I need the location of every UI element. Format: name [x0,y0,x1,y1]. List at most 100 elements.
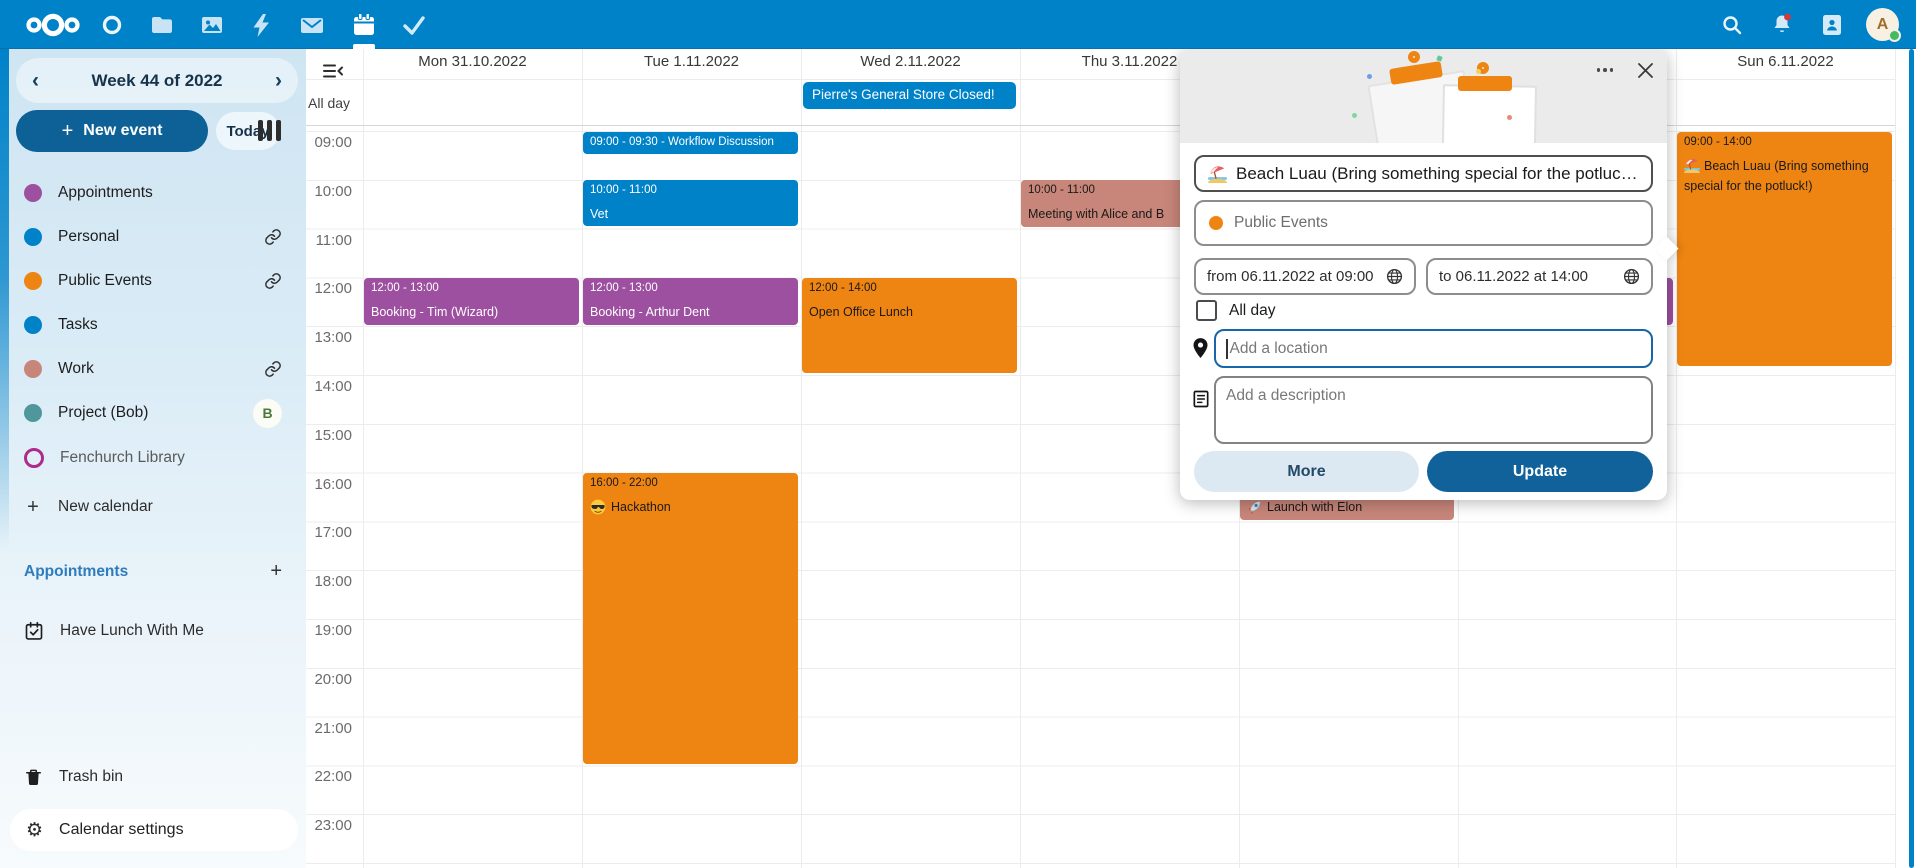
start-date-input[interactable]: from 06.11.2022 at 09:00 [1194,258,1416,295]
event-time: 12:00 - 14:00 [809,281,1010,296]
notifications-button[interactable] [1767,10,1797,40]
column-divider [1895,45,1896,868]
share-link-icon[interactable] [264,228,282,246]
event-editor-popup: Beach Luau (Bring something special for … [1180,49,1667,500]
location-input[interactable]: Add a location [1214,329,1653,368]
confetti-dot [1476,69,1481,74]
popup-close-button[interactable] [1632,57,1658,83]
event-text: 09:00 - 09:30 - Workflow Discussion [590,135,791,150]
vertical-scrollbar[interactable] [1909,49,1914,868]
event-open-office-lunch[interactable]: 12:00 - 14:00 Open Office Lunch [802,278,1017,373]
view-mode-toggle[interactable] [258,118,288,142]
clipboard-clip-ring [1407,50,1421,64]
hour-label: 14:00 [300,378,352,395]
close-icon [1637,62,1654,79]
event-beach-luau[interactable]: 09:00 - 14:00 Beach Luau (Bring somethin… [1677,132,1892,366]
files-app-button[interactable] [147,10,177,40]
all-day-label: All day [1229,302,1276,320]
beach-umbrella-emoji-icon [1208,164,1227,183]
column-divider [1020,45,1021,868]
tasks-app-button[interactable] [399,10,429,40]
sidebar-accent-stripe [0,49,9,549]
all-day-row-label: All day [308,95,362,111]
activity-app-button[interactable] [247,10,277,40]
contacts-menu-button[interactable] [1817,10,1847,40]
sidebar-item-personal[interactable]: Personal [8,215,298,259]
sidebar-item-public-events[interactable]: Public Events [8,259,298,303]
sidebar-item-fenchurch-library[interactable]: Fenchurch Library [8,436,298,480]
timezone-globe-icon[interactable] [1386,268,1403,285]
search-button[interactable] [1717,10,1747,40]
collapse-lines-icon [322,63,344,79]
photos-app-button[interactable] [197,10,227,40]
popup-more-actions-button[interactable] [1590,61,1620,79]
calendar-label: Tasks [58,316,282,334]
share-link-icon[interactable] [264,360,282,378]
event-title: Booking - Tim (Wizard) [371,304,572,320]
plus-icon: + [24,496,42,519]
collapse-allday-icon[interactable] [322,63,344,79]
event-time: 10:00 - 11:00 [590,183,791,198]
previous-week-button[interactable]: ‹ [32,58,39,103]
sidebar-item-appointments[interactable]: Appointments [8,171,298,215]
day-header-mon[interactable]: Mon 31.10.2022 [363,45,582,79]
timezone-globe-icon[interactable] [1623,268,1640,285]
event-booking-tim[interactable]: 12:00 - 13:00 Booking - Tim (Wizard) [364,278,579,325]
calendar-icon [351,12,377,38]
event-title: Open Office Lunch [809,304,1010,320]
photos-icon [199,12,225,38]
new-calendar-button[interactable]: + New calendar [8,487,298,527]
column-divider [363,45,364,868]
end-date-value: to 06.11.2022 at 14:00 [1439,268,1588,285]
new-event-label: New event [83,122,162,140]
end-date-input[interactable]: to 06.11.2022 at 14:00 [1426,258,1653,295]
share-link-icon[interactable] [264,272,282,290]
add-appointment-config-button[interactable]: + [270,560,282,583]
calendar-picker-value: Public Events [1234,214,1328,232]
description-input[interactable]: Add a description [1214,376,1653,444]
dashboard-app-button[interactable] [97,10,127,40]
more-button[interactable]: More [1194,451,1419,492]
search-icon [1720,13,1744,37]
new-event-button[interactable]: + New event [16,110,208,152]
mail-app-button[interactable] [297,10,327,40]
all-day-checkbox-row[interactable]: All day [1196,300,1276,321]
folder-icon [149,12,175,38]
event-title-input[interactable]: Beach Luau (Bring something special for … [1194,155,1653,192]
calendar-color-dot [1209,216,1223,230]
sidebar-item-project-bob[interactable]: Project (Bob) B [8,391,298,435]
calendar-color-dot [24,404,42,422]
avatar-letter: A [1877,16,1889,34]
nextcloud-logo-icon [24,11,82,39]
next-week-button[interactable]: › [275,58,282,103]
hour-label: 22:00 [300,768,352,785]
hour-label: 23:00 [300,817,352,834]
calendar-picker-select[interactable]: Public Events [1194,200,1653,246]
event-booking-arthur-dent[interactable]: 12:00 - 13:00 Booking - Arthur Dent [583,278,798,325]
appointment-item-have-lunch[interactable]: Have Lunch With Me [8,611,298,651]
event-hackathon[interactable]: 16:00 - 22:00 Hackathon [583,473,798,764]
nextcloud-logo[interactable] [24,11,82,39]
day-header-wed[interactable]: Wed 2.11.2022 [801,45,1020,79]
hour-label: 19:00 [300,622,352,639]
event-pierres-store-closed[interactable]: Pierre's General Store Closed! [803,82,1016,109]
sidebar-item-work[interactable]: Work [8,347,298,391]
event-title: Booking - Arthur Dent [590,304,791,320]
sidebar-item-tasks[interactable]: Tasks [8,303,298,347]
event-time: 12:00 - 13:00 [590,281,791,296]
hour-label: 21:00 [300,720,352,737]
trash-bin-button[interactable]: Trash bin [8,757,298,797]
calendar-app-button[interactable] [349,10,379,40]
day-header-sun[interactable]: Sun 6.11.2022 [1676,45,1895,79]
day-header-tue[interactable]: Tue 1.11.2022 [582,45,801,79]
event-workflow-discussion[interactable]: 09:00 - 09:30 - Workflow Discussion [583,132,798,154]
event-vet[interactable]: 10:00 - 11:00 Vet [583,180,798,226]
all-day-checkbox[interactable] [1196,300,1217,321]
calendar-settings-button[interactable]: ⚙ Calendar settings [10,809,298,851]
update-button[interactable]: Update [1427,451,1653,492]
location-pin-icon [1192,337,1209,359]
week-title[interactable]: Week 44 of 2022 [91,71,222,91]
calendar-label: Fenchurch Library [60,449,282,467]
sunglasses-emoji-icon [590,499,606,515]
hour-label: 16:00 [300,476,352,493]
